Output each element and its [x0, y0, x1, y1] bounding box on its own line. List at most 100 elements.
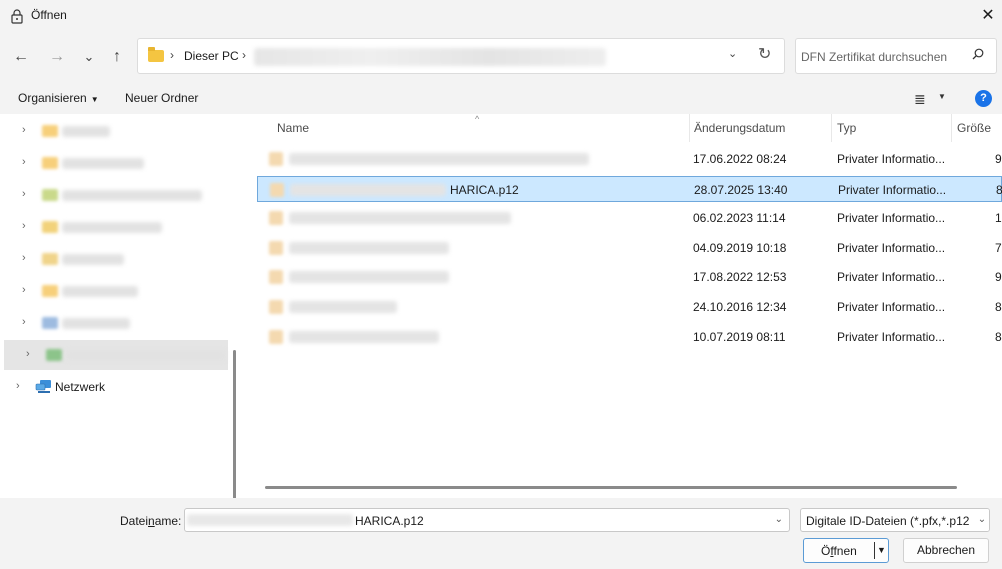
file-row[interactable]: 17.08.2022 12:53 Privater Informatio... 9: [257, 264, 1002, 290]
address-bar[interactable]: › Dieser PC › ⌄ ↻: [137, 38, 785, 74]
sidebar-item-label: Netzwerk: [55, 380, 106, 394]
column-header-size[interactable]: Größe: [957, 121, 991, 135]
cancel-button[interactable]: Abbrechen: [903, 538, 989, 563]
file-row[interactable]: 04.09.2019 10:18 Privater Informatio... 7: [257, 235, 1002, 261]
certificate-file-icon: [269, 152, 283, 166]
folder-icon: [42, 221, 58, 233]
folder-icon: [42, 157, 58, 169]
certificate-file-icon: [269, 329, 283, 344]
view-options-icon[interactable]: ≣: [914, 91, 926, 108]
breadcrumb-redacted-path: [254, 48, 606, 66]
sidebar-item[interactable]: ›: [0, 212, 228, 242]
file-size: 7: [995, 240, 1002, 255]
file-name-redacted: [289, 330, 439, 343]
expand-chevron-icon[interactable]: ›: [22, 316, 26, 328]
file-type: Privater Informatio...: [838, 182, 947, 197]
navigation-pane: › › › › › › › › › Netzwerk: [0, 114, 245, 569]
file-row[interactable]: 10.07.2019 08:11 Privater Informatio... 8: [257, 324, 1002, 350]
sidebar-item[interactable]: ›: [0, 276, 228, 306]
expand-chevron-icon[interactable]: ›: [16, 380, 20, 392]
folder-icon: [42, 125, 58, 137]
file-type-filter-value: Digitale ID-Dateien (*.pfx,*.p12: [806, 514, 970, 528]
expand-chevron-icon[interactable]: ›: [22, 188, 26, 200]
title-bar: Öffnen ✕: [0, 0, 1002, 32]
network-icon: [35, 380, 51, 393]
sidebar-item-redacted-label: [62, 190, 202, 201]
column-divider[interactable]: [831, 114, 832, 142]
column-header-name[interactable]: Name: [277, 121, 309, 135]
sidebar-item[interactable]: ›: [4, 340, 228, 370]
expand-chevron-icon[interactable]: ›: [26, 348, 30, 360]
folder-icon: [42, 317, 58, 329]
file-type-dropdown-icon[interactable]: ⌄: [975, 509, 989, 531]
expand-chevron-icon[interactable]: ›: [22, 124, 26, 136]
sidebar-item[interactable]: ›: [0, 180, 228, 210]
file-list-scrollbar[interactable]: [265, 486, 957, 489]
address-dropdown-icon[interactable]: ⌄: [728, 47, 737, 60]
file-name: HARICA.p12: [450, 182, 519, 197]
filename-redacted-part: [187, 514, 353, 526]
sidebar-item[interactable]: ›: [0, 308, 228, 338]
file-name-redacted: [289, 271, 449, 284]
sidebar-item-redacted-label: [62, 126, 110, 137]
window-title: Öffnen: [31, 8, 67, 22]
file-row[interactable]: 06.02.2023 11:14 Privater Informatio... 10: [257, 205, 1002, 231]
up-arrow-icon[interactable]: ↑: [106, 46, 128, 68]
certificate-file-icon: [269, 211, 283, 226]
filename-value[interactable]: HARICA.p12: [355, 514, 424, 528]
filename-label: Dateiname:: [120, 514, 182, 528]
certificate-file-icon: [270, 182, 284, 197]
sidebar-item-redacted-label: [66, 350, 226, 361]
help-icon[interactable]: ?: [975, 90, 992, 107]
sidebar-item-redacted-label: [62, 318, 130, 329]
certificate-file-icon: [269, 240, 283, 255]
file-size: 8: [995, 329, 1002, 344]
expand-chevron-icon[interactable]: ›: [22, 156, 26, 168]
expand-chevron-icon[interactable]: ›: [22, 220, 26, 232]
open-button[interactable]: Öffnen ▼: [803, 538, 889, 563]
forward-arrow-icon[interactable]: →: [46, 46, 68, 68]
folder-icon: [42, 253, 58, 265]
column-divider[interactable]: [689, 114, 690, 142]
file-name-redacted: [289, 212, 511, 225]
file-row[interactable]: 24.10.2016 12:34 Privater Informatio... 8: [257, 294, 1002, 320]
file-date: 17.06.2022 08:24: [693, 152, 787, 166]
breadcrumb-this-pc[interactable]: Dieser PC: [184, 49, 239, 63]
recent-locations-chevron-icon[interactable]: ⌄: [78, 46, 100, 68]
new-folder-button[interactable]: Neuer Ordner: [125, 91, 198, 105]
expand-chevron-icon[interactable]: ›: [22, 284, 26, 296]
file-date: 17.08.2022 12:53: [693, 270, 787, 285]
back-arrow-icon[interactable]: ←: [10, 46, 32, 68]
file-type-filter[interactable]: Digitale ID-Dateien (*.pfx,*.p12 ⌄: [800, 508, 990, 532]
file-size: 9: [995, 270, 1002, 285]
sidebar-item[interactable]: ›: [0, 116, 228, 146]
column-header-type[interactable]: Typ: [837, 121, 856, 135]
view-caret-icon[interactable]: ▼: [938, 92, 946, 101]
navigation-bar: ← → ⌄ ↑ › Dieser PC › ⌄ ↻ DFN Zertifikat…: [0, 32, 1002, 82]
sidebar-item-redacted-label: [62, 158, 144, 169]
file-row[interactable]: HARICA.p12 28.07.2025 13:40 Privater Infor…: [257, 175, 1002, 202]
sidebar-item[interactable]: ›: [0, 244, 228, 274]
file-list: ^ Name Änderungsdatum Typ Größe 17.06.20…: [245, 114, 1002, 498]
file-type: Privater Informatio...: [837, 240, 946, 255]
folder-icon: [42, 189, 58, 201]
open-options-caret-icon[interactable]: ▼: [877, 545, 886, 555]
column-header-date[interactable]: Änderungsdatum: [694, 121, 785, 135]
file-row[interactable]: 17.06.2022 08:24 Privater Informatio... 9: [257, 146, 1002, 172]
filename-input[interactable]: HARICA.p12 ⌄: [184, 508, 790, 532]
column-divider[interactable]: [951, 114, 952, 142]
refresh-icon[interactable]: ↻: [758, 44, 771, 64]
search-icon[interactable]: [972, 48, 984, 60]
sidebar-item-redacted-label: [62, 222, 162, 233]
organize-button[interactable]: Organisieren ▼: [18, 91, 99, 105]
expand-chevron-icon[interactable]: ›: [22, 252, 26, 264]
filename-dropdown-icon[interactable]: ⌄: [775, 514, 783, 525]
file-name-redacted: [289, 241, 449, 254]
file-date: 06.02.2023 11:14: [693, 211, 786, 226]
file-type: Privater Informatio...: [837, 300, 946, 314]
search-box[interactable]: DFN Zertifikat durchsuchen: [795, 38, 997, 74]
close-icon[interactable]: ✕: [978, 6, 998, 26]
file-name-redacted: [290, 183, 446, 196]
sidebar-item-network[interactable]: › Netzwerk: [0, 374, 228, 400]
sidebar-item[interactable]: ›: [0, 148, 228, 178]
